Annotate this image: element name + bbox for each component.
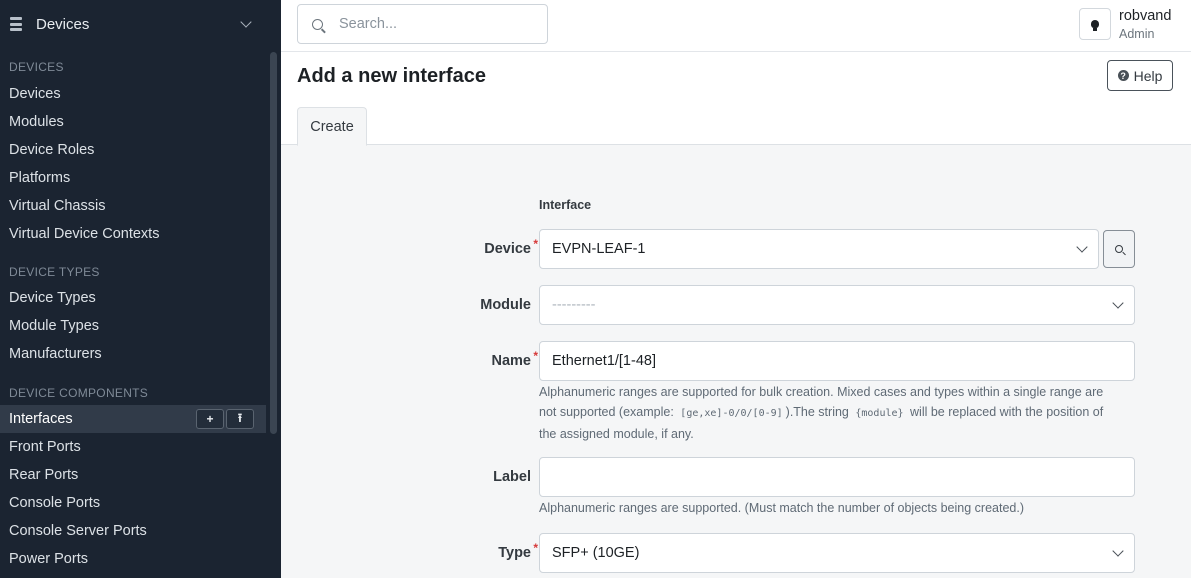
add-interface-button[interactable]: + — [196, 409, 224, 429]
topbar: Search... robvand Admin — [281, 0, 1191, 52]
example-code: [ge,xe]-0/0/[0-9] — [680, 408, 783, 419]
sidebar-section-title: DEVICES — [9, 60, 64, 74]
sidebar: Devices DEVICES Devices Modules Device R… — [0, 0, 281, 578]
help-fragment: ).The string — [785, 405, 849, 419]
search-icon — [312, 18, 323, 30]
sidebar-item-device-roles[interactable]: Device Roles — [0, 136, 266, 164]
sidebar-item-virtual-chassis[interactable]: Virtual Chassis — [0, 192, 266, 220]
module-select[interactable]: --------- — [539, 285, 1135, 325]
label-input[interactable] — [539, 457, 1135, 497]
help-fragment: not supported (example: — [539, 405, 674, 419]
type-select[interactable]: SFP+ (10GE) — [539, 533, 1135, 573]
sidebar-item-device-types[interactable]: Device Types — [0, 284, 266, 312]
menu-grid-icon — [10, 17, 22, 31]
device-selector-button[interactable] — [1103, 230, 1135, 268]
sidebar-item-console-server-ports[interactable]: Console Server Ports — [0, 517, 266, 545]
name-help-text: Alphanumeric ranges are supported for bu… — [539, 382, 1139, 444]
device-select[interactable]: EVPN-LEAF-1 — [539, 229, 1099, 269]
module-code: {module} — [855, 408, 904, 419]
question-circle-icon: ? — [1117, 70, 1129, 81]
sidebar-menu-header[interactable]: Devices — [0, 0, 281, 48]
label-help-text: Alphanumeric ranges are supported. (Must… — [539, 501, 1024, 515]
name-help-line: the assigned module, if any. — [539, 427, 694, 441]
user-role: Admin — [1119, 27, 1155, 41]
chevron-down-icon — [1112, 297, 1124, 309]
chevron-down-icon — [1112, 545, 1124, 557]
device-select-value: EVPN-LEAF-1 — [552, 241, 646, 257]
lightbulb-icon — [1091, 20, 1099, 31]
sidebar-item-manufacturers[interactable]: Manufacturers — [0, 340, 266, 368]
name-help-line: Alphanumeric ranges are supported for bu… — [539, 385, 1104, 399]
sidebar-item-devices[interactable]: Devices — [0, 80, 266, 108]
chevron-down-icon — [1076, 241, 1088, 253]
page-title: Add a new interface — [297, 65, 486, 87]
chevron-down-icon — [240, 16, 252, 28]
sidebar-item-platforms[interactable]: Platforms — [0, 164, 266, 192]
search-input[interactable]: Search... — [297, 4, 548, 44]
search-placeholder: Search... — [339, 16, 398, 32]
help-fragment: will be replaced with the position of — [910, 405, 1104, 419]
sidebar-scrollbar[interactable] — [270, 52, 277, 434]
module-label: Module — [480, 297, 531, 313]
sidebar-item-power-ports[interactable]: Power Ports — [0, 545, 266, 573]
sidebar-section-devices: DEVICES Devices Modules Device Roles Pla… — [0, 60, 266, 248]
sidebar-item-rear-ports[interactable]: Rear Ports — [0, 461, 266, 489]
sidebar-section-device-types: DEVICE TYPES Device Types Module Types M… — [0, 265, 266, 368]
module-select-value: --------- — [552, 297, 596, 313]
sidebar-item-module-types[interactable]: Module Types — [0, 312, 266, 340]
name-input[interactable]: Ethernet1/[1-48] — [539, 341, 1135, 381]
search-icon — [1115, 245, 1123, 253]
import-interfaces-button[interactable]: ⭱ — [226, 409, 254, 429]
sidebar-section-title: DEVICE COMPONENTS — [9, 386, 149, 400]
sidebar-item-label: Interfaces — [9, 411, 73, 427]
form-section-title: Interface — [539, 198, 592, 212]
interface-form: Interface Device EVPN-LEAF-1 Module ----… — [281, 145, 1191, 578]
sidebar-section-device-components: DEVICE COMPONENTS Interfaces + ⭱ Front P… — [0, 386, 266, 573]
sidebar-section-title: DEVICE TYPES — [9, 265, 100, 279]
sidebar-item-console-ports[interactable]: Console Ports — [0, 489, 266, 517]
sidebar-item-front-ports[interactable]: Front Ports — [0, 433, 266, 461]
type-label: Type — [498, 541, 538, 561]
theme-toggle-button[interactable] — [1079, 8, 1111, 40]
type-select-value: SFP+ (10GE) — [552, 545, 640, 561]
sidebar-item-interfaces[interactable]: Interfaces + ⭱ — [0, 405, 266, 433]
help-button[interactable]: ? Help — [1107, 60, 1173, 91]
page-header: Add a new interface ? Help Create — [281, 52, 1191, 146]
tab-create[interactable]: Create — [297, 107, 367, 146]
help-button-label: Help — [1133, 67, 1163, 84]
device-label: Device — [484, 237, 537, 257]
user-name[interactable]: robvand — [1119, 8, 1171, 24]
sidebar-item-modules[interactable]: Modules — [0, 108, 266, 136]
label-label: Label — [493, 469, 531, 485]
name-label: Name — [492, 349, 538, 369]
sidebar-item-actions: + ⭱ — [196, 409, 254, 429]
sidebar-menu-title: Devices — [36, 15, 90, 33]
sidebar-item-virtual-device-contexts[interactable]: Virtual Device Contexts — [0, 220, 266, 248]
name-help-line: not supported (example: [ge,xe]-0/0/[0-9… — [539, 402, 1139, 424]
